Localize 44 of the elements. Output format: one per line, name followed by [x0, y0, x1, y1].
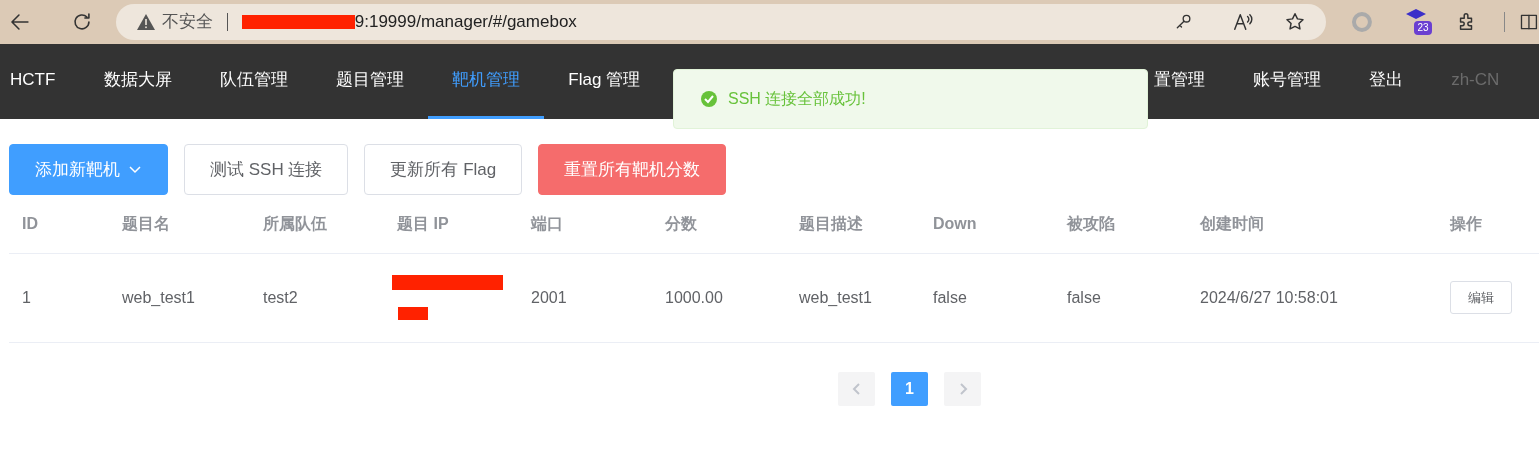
count-badge: 23: [1414, 21, 1432, 35]
column-header: 被攻陷: [1054, 195, 1187, 253]
nav-item[interactable]: 账号管理: [1229, 44, 1346, 119]
read-aloud-icon[interactable]: [1231, 11, 1254, 33]
column-header: ID: [9, 195, 109, 253]
nav-item[interactable]: Flag 管理: [544, 44, 665, 119]
toolbar-button[interactable]: 更新所有 Flag: [364, 144, 523, 195]
nav-item[interactable]: 题目管理: [312, 44, 429, 119]
star-icon[interactable]: [1283, 11, 1306, 33]
toast-text: SSH 连接全部成功!: [728, 89, 866, 109]
toolbar-button[interactable]: 测试 SSH 连接: [184, 144, 349, 195]
nav-item[interactable]: 数据大屏: [80, 44, 197, 119]
column-header: 题目名: [109, 195, 250, 253]
column-header: 题目 IP: [384, 195, 518, 253]
address-bar[interactable]: 不安全 9:19999/manager/#/gamebox: [115, 4, 1326, 40]
column-header: 所属队伍: [250, 195, 384, 253]
table-cell: 1000.00: [652, 253, 786, 342]
table-cell: false: [920, 253, 1054, 342]
table-cell: 2024/6/27 10:58:01: [1187, 253, 1437, 342]
table-cell: web_test1: [109, 253, 250, 342]
edit-button[interactable]: 编辑: [1450, 280, 1512, 315]
warning-icon: [135, 13, 156, 31]
success-icon: [700, 90, 718, 108]
url-text[interactable]: 9:19999/manager/#/gamebox: [354, 9, 577, 35]
nav-item[interactable]: 队伍管理: [196, 44, 313, 119]
table-cell: test2: [250, 253, 384, 342]
security-label: 不安全: [161, 11, 213, 34]
table-cell: web_test1: [786, 253, 920, 342]
table-cell: 1: [9, 253, 109, 342]
nav-item[interactable]: 置管理: [1154, 44, 1230, 119]
column-header: 创建时间: [1187, 195, 1437, 253]
table-cell: 2001: [518, 253, 652, 342]
column-header: 操作: [1437, 195, 1539, 253]
column-header: Down: [920, 195, 1054, 253]
column-header: 分数: [652, 195, 786, 253]
chevron-right-icon: [957, 381, 968, 396]
chevron-left-icon: [851, 381, 862, 396]
nav-item[interactable]: 靶机管理: [428, 44, 545, 119]
table-cell: false: [1054, 253, 1187, 342]
column-header: 端口: [518, 195, 652, 253]
caret-icon: [128, 165, 142, 176]
brand-logo[interactable]: HCTF: [0, 44, 81, 119]
column-header: 题目描述: [786, 195, 920, 253]
nav-item[interactable]: 登出: [1345, 44, 1428, 119]
